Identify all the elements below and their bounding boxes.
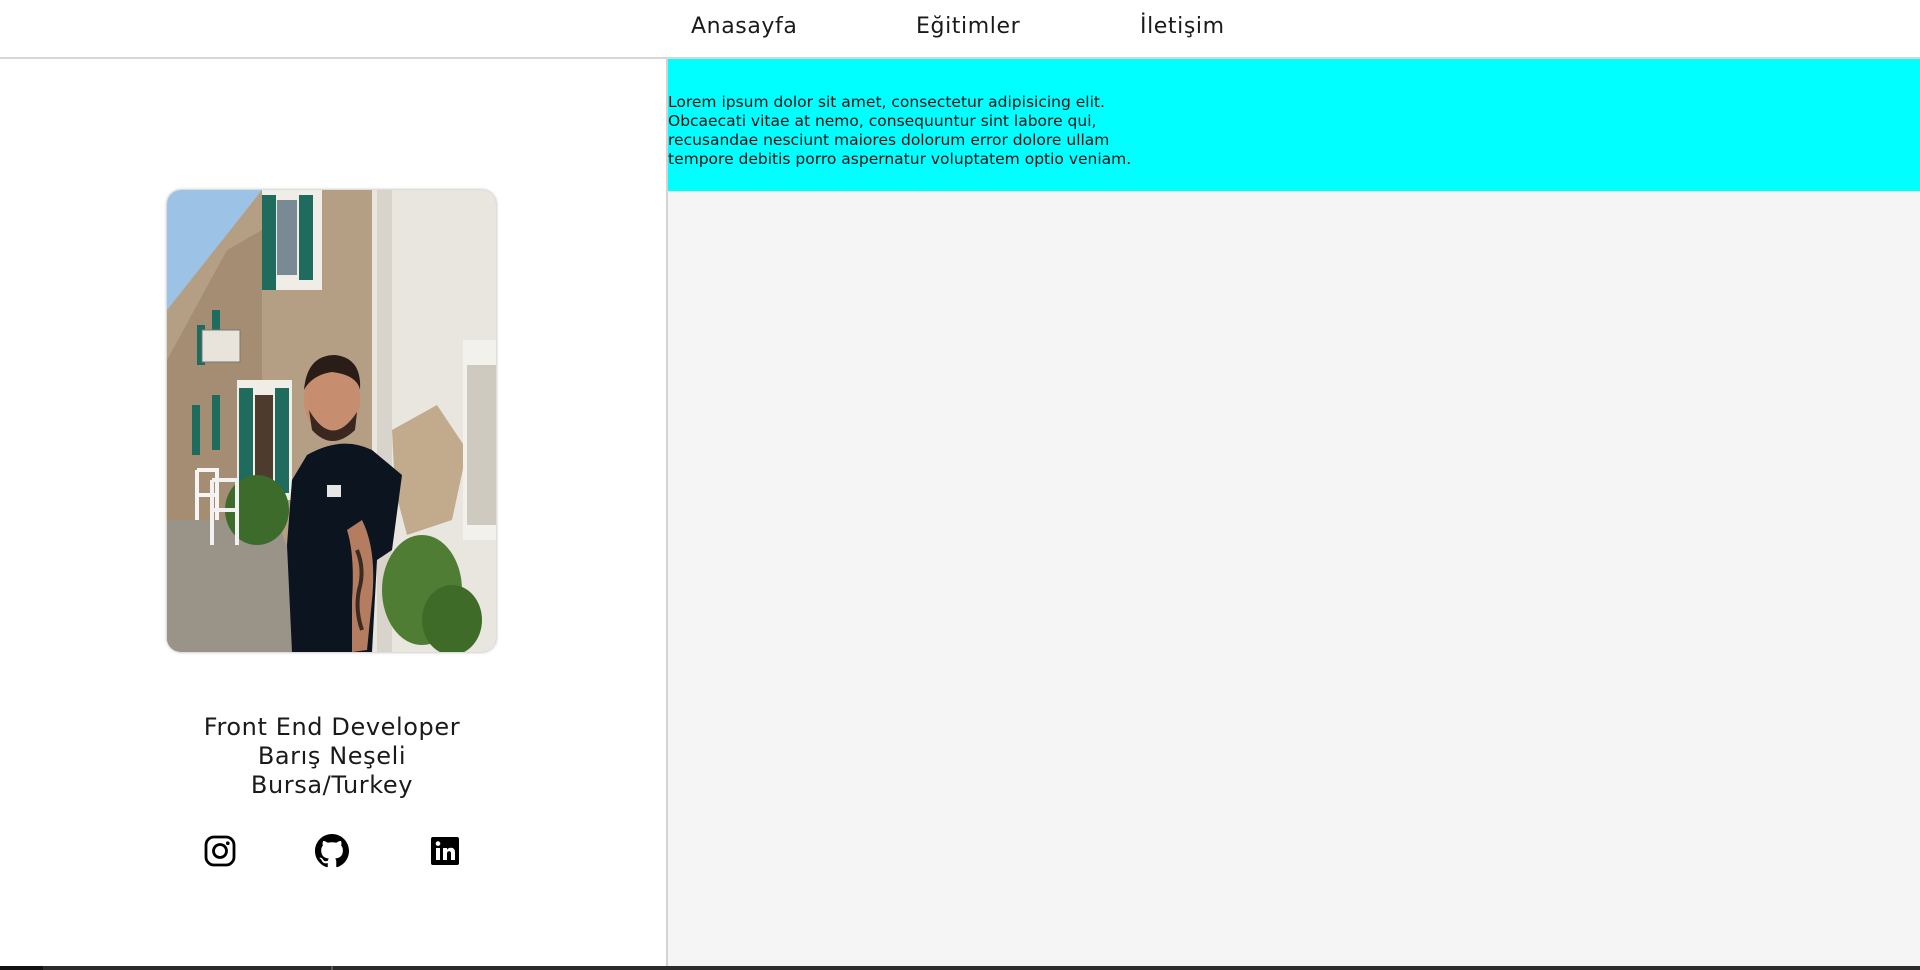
intro-text: Lorem ipsum dolor sit amet, consectetur … bbox=[668, 93, 1132, 168]
intro-banner: Lorem ipsum dolor sit amet, consectetur … bbox=[668, 59, 1920, 191]
profile-bio: Front End Developer Barış Neşeli Bursa/T… bbox=[0, 713, 664, 800]
nav-link-education[interactable]: Eğitimler bbox=[916, 14, 1020, 39]
profile-role: Front End Developer bbox=[203, 713, 461, 741]
nav-link-home[interactable]: Anasayfa bbox=[691, 14, 797, 39]
linkedin-icon[interactable] bbox=[428, 834, 462, 868]
bottom-edge-bar bbox=[0, 966, 1920, 970]
bottom-edge-segment bbox=[0, 966, 43, 970]
instagram-icon[interactable] bbox=[203, 834, 237, 868]
profile-photo bbox=[167, 190, 496, 652]
main-content: Lorem ipsum dolor sit amet, consectetur … bbox=[668, 59, 1920, 968]
top-navigation: Anasayfa Eğitimler İletişim bbox=[0, 0, 1920, 59]
github-icon[interactable] bbox=[315, 834, 349, 868]
profile-sidebar: Front End Developer Barış Neşeli Bursa/T… bbox=[0, 59, 668, 968]
nav-link-contact[interactable]: İletişim bbox=[1140, 14, 1225, 39]
bottom-edge-divider bbox=[331, 966, 333, 970]
profile-name: Barış Neşeli bbox=[257, 742, 407, 770]
profile-location: Bursa/Turkey bbox=[250, 771, 414, 799]
